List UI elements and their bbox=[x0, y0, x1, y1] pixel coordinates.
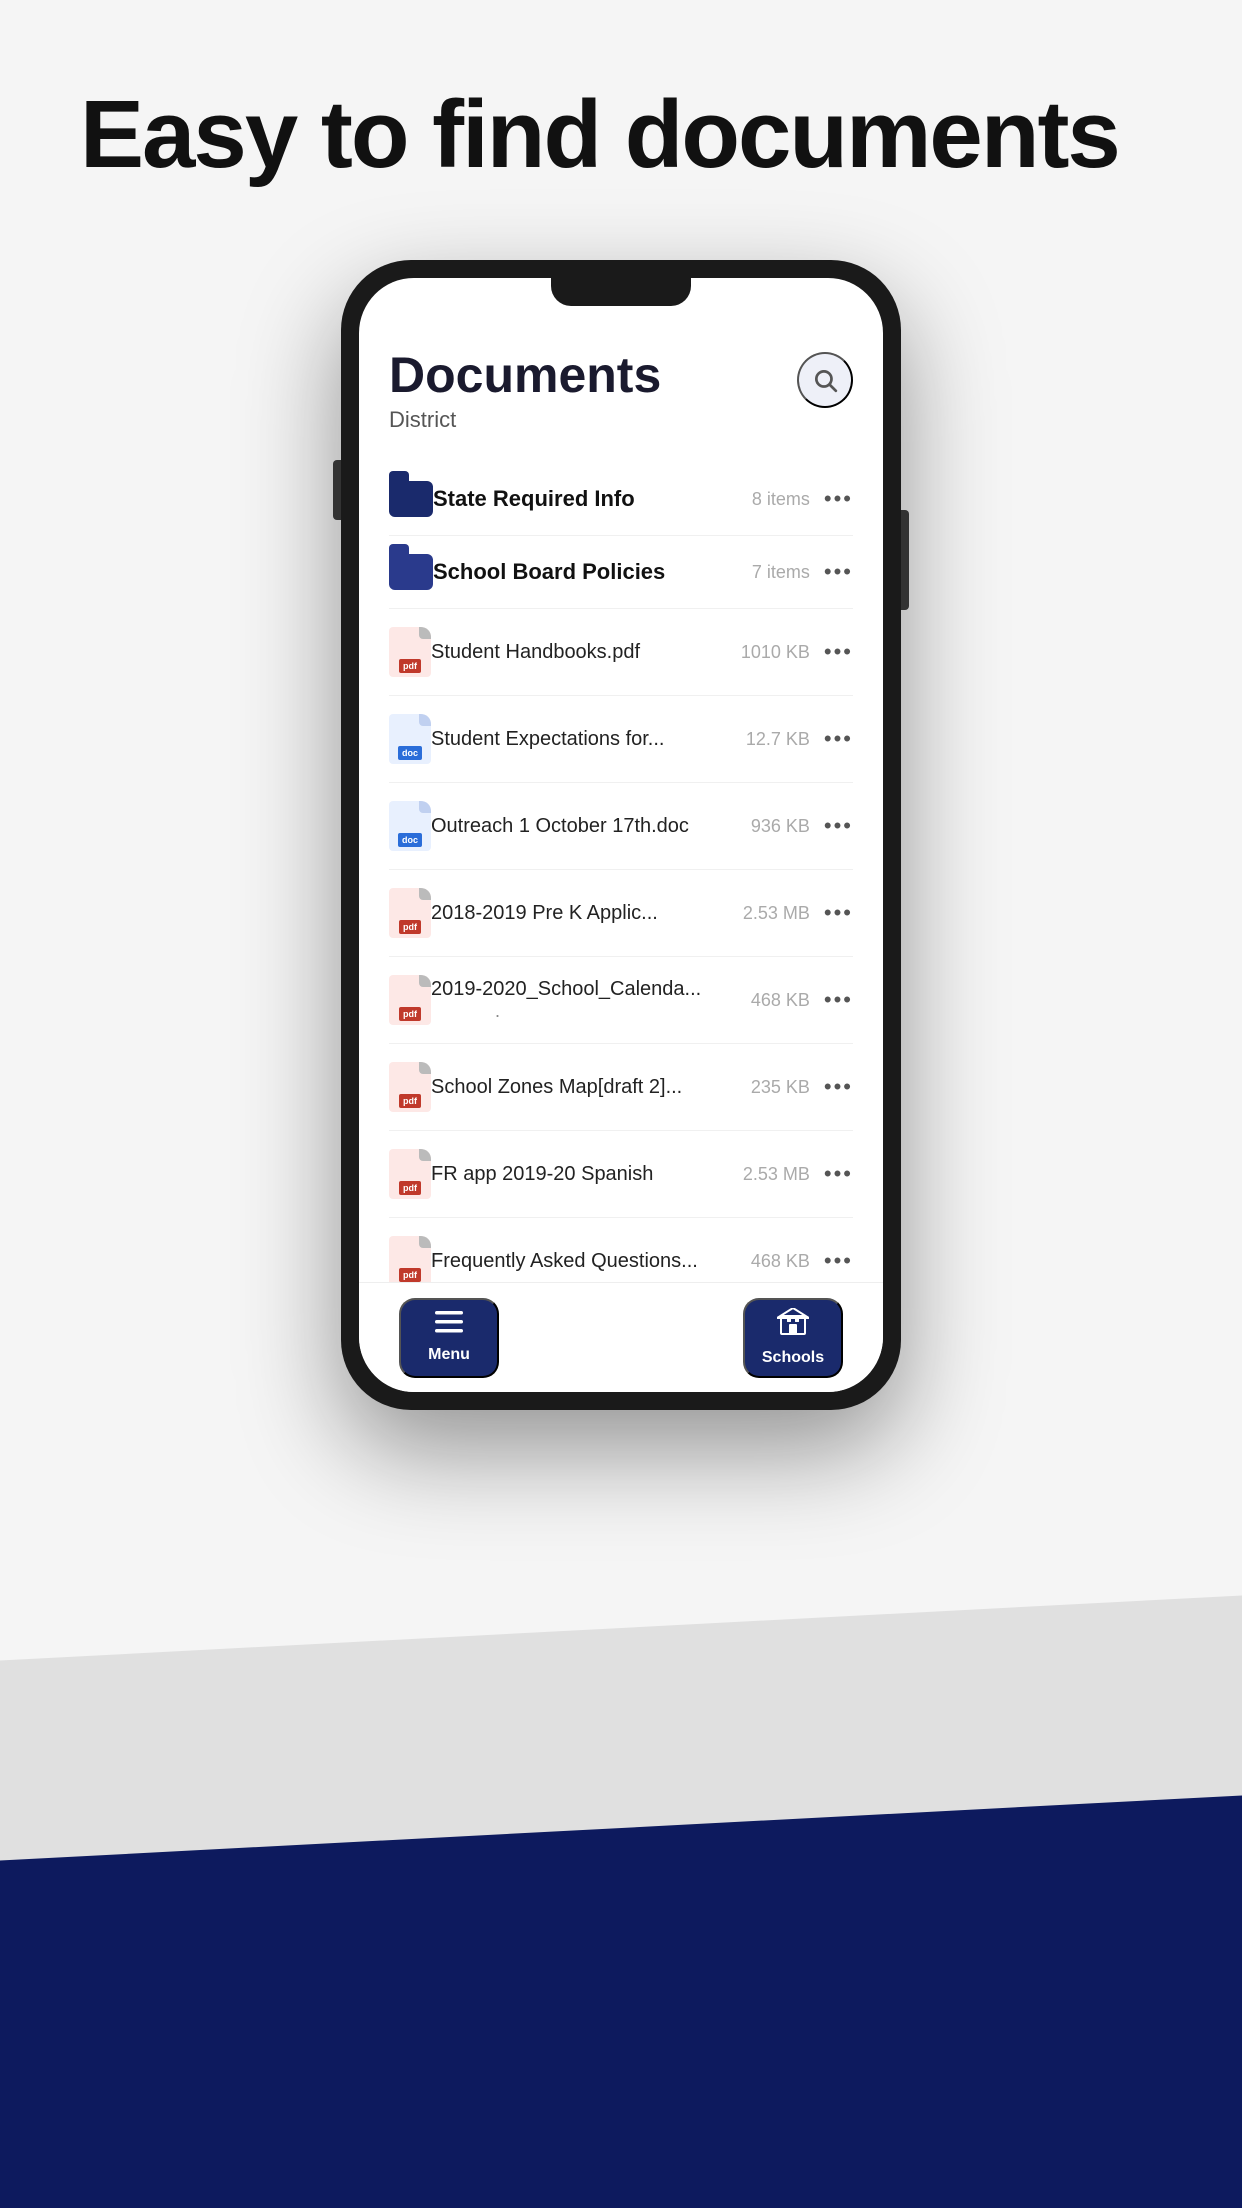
file-info: Student Handbooks.pdf bbox=[431, 641, 729, 664]
file-name: 2019-2020_School_Calenda... bbox=[431, 978, 701, 1000]
file-info: 2018-2019 Pre K Applic... bbox=[431, 902, 731, 925]
file-info: Frequently Asked Questions... bbox=[431, 1250, 739, 1273]
schools-nav-button[interactable]: Schools bbox=[743, 1298, 843, 1378]
pdf-icon bbox=[389, 975, 431, 1025]
more-options-button[interactable]: ••• bbox=[824, 1248, 853, 1274]
calendar-dot: . bbox=[495, 1001, 739, 1022]
phone-mockup: Documents District State Required Info bbox=[341, 260, 901, 1410]
file-size: 235 KB bbox=[751, 1077, 810, 1098]
file-name: FR app 2019-20 Spanish bbox=[431, 1163, 653, 1185]
more-options-button[interactable]: ••• bbox=[824, 639, 853, 665]
app-content: Documents District State Required Info bbox=[359, 318, 883, 1392]
file-name: Outreach 1 October 17th.doc bbox=[431, 815, 689, 837]
file-info: School Zones Map[draft 2]... bbox=[431, 1076, 739, 1099]
folder-item-count: 7 items bbox=[752, 562, 810, 583]
file-size: 12.7 KB bbox=[746, 729, 810, 750]
app-header: Documents District bbox=[389, 348, 853, 433]
file-size: 468 KB bbox=[751, 990, 810, 1011]
file-fr-app-spanish[interactable]: FR app 2019-20 Spanish 2.53 MB ••• bbox=[389, 1131, 853, 1218]
app-subtitle: District bbox=[389, 407, 661, 433]
app-header-left: Documents District bbox=[389, 348, 661, 433]
search-button[interactable] bbox=[797, 352, 853, 408]
folder-name: State Required Info bbox=[433, 486, 635, 511]
folder-name: School Board Policies bbox=[433, 559, 665, 584]
phone-notch bbox=[551, 278, 691, 306]
file-pre-k-application[interactable]: 2018-2019 Pre K Applic... 2.53 MB ••• bbox=[389, 870, 853, 957]
phone-screen: Documents District State Required Info bbox=[359, 278, 883, 1392]
pdf-icon bbox=[389, 888, 431, 938]
file-size: 2.53 MB bbox=[743, 1164, 810, 1185]
file-student-handbooks[interactable]: Student Handbooks.pdf 1010 KB ••• bbox=[389, 609, 853, 696]
menu-icon bbox=[435, 1311, 463, 1340]
schools-icon-svg bbox=[777, 1308, 809, 1336]
file-name: Student Expectations for... bbox=[431, 728, 664, 750]
more-options-button[interactable]: ••• bbox=[824, 486, 853, 512]
more-options-button[interactable]: ••• bbox=[824, 559, 853, 585]
folder-icon-dark bbox=[389, 481, 433, 517]
pdf-icon bbox=[389, 1062, 431, 1112]
more-options-button[interactable]: ••• bbox=[824, 1074, 853, 1100]
doc-icon bbox=[389, 714, 431, 764]
more-options-button[interactable]: ••• bbox=[824, 726, 853, 752]
file-name: School Zones Map[draft 2]... bbox=[431, 1076, 682, 1098]
folder-state-required-info[interactable]: State Required Info 8 items ••• bbox=[389, 463, 853, 536]
folder-item-count: 8 items bbox=[752, 489, 810, 510]
file-name: 2018-2019 Pre K Applic... bbox=[431, 902, 658, 924]
page-headline: Easy to find documents bbox=[80, 80, 1119, 190]
folder-school-board-policies[interactable]: School Board Policies 7 items ••• bbox=[389, 536, 853, 609]
menu-icon-svg bbox=[435, 1311, 463, 1333]
file-school-zones-map[interactable]: School Zones Map[draft 2]... 235 KB ••• bbox=[389, 1044, 853, 1131]
schools-icon bbox=[777, 1308, 809, 1343]
file-info: Outreach 1 October 17th.doc bbox=[431, 815, 739, 838]
bottom-navigation: Menu Schools bbox=[359, 1282, 883, 1392]
file-info: FR app 2019-20 Spanish bbox=[431, 1163, 731, 1186]
pdf-icon bbox=[389, 1236, 431, 1286]
menu-nav-button[interactable]: Menu bbox=[399, 1298, 499, 1378]
folder-info: State Required Info bbox=[433, 486, 740, 512]
more-options-button[interactable]: ••• bbox=[824, 900, 853, 926]
more-options-button[interactable]: ••• bbox=[824, 987, 853, 1013]
doc-icon bbox=[389, 801, 431, 851]
document-list: State Required Info 8 items ••• School B… bbox=[389, 463, 853, 1304]
file-name: Frequently Asked Questions... bbox=[431, 1250, 698, 1272]
file-size: 2.53 MB bbox=[743, 903, 810, 924]
pdf-icon bbox=[389, 1149, 431, 1199]
folder-info: School Board Policies bbox=[433, 559, 740, 585]
file-name: Student Handbooks.pdf bbox=[431, 641, 640, 663]
schools-nav-label: Schools bbox=[762, 1349, 824, 1367]
pdf-icon bbox=[389, 627, 431, 677]
file-student-expectations[interactable]: Student Expectations for... 12.7 KB ••• bbox=[389, 696, 853, 783]
more-options-button[interactable]: ••• bbox=[824, 1161, 853, 1187]
file-outreach-october[interactable]: Outreach 1 October 17th.doc 936 KB ••• bbox=[389, 783, 853, 870]
search-icon bbox=[812, 367, 838, 393]
file-info: 2019-2020_School_Calenda... . bbox=[431, 978, 739, 1022]
menu-nav-label: Menu bbox=[428, 1346, 470, 1364]
folder-icon-medium bbox=[389, 554, 433, 590]
file-size: 1010 KB bbox=[741, 642, 810, 663]
file-school-calendar[interactable]: 2019-2020_School_Calenda... . 468 KB ••• bbox=[389, 957, 853, 1044]
app-title: Documents bbox=[389, 348, 661, 403]
file-info: Student Expectations for... bbox=[431, 728, 734, 751]
more-options-button[interactable]: ••• bbox=[824, 813, 853, 839]
file-size: 936 KB bbox=[751, 816, 810, 837]
file-size: 468 KB bbox=[751, 1251, 810, 1272]
